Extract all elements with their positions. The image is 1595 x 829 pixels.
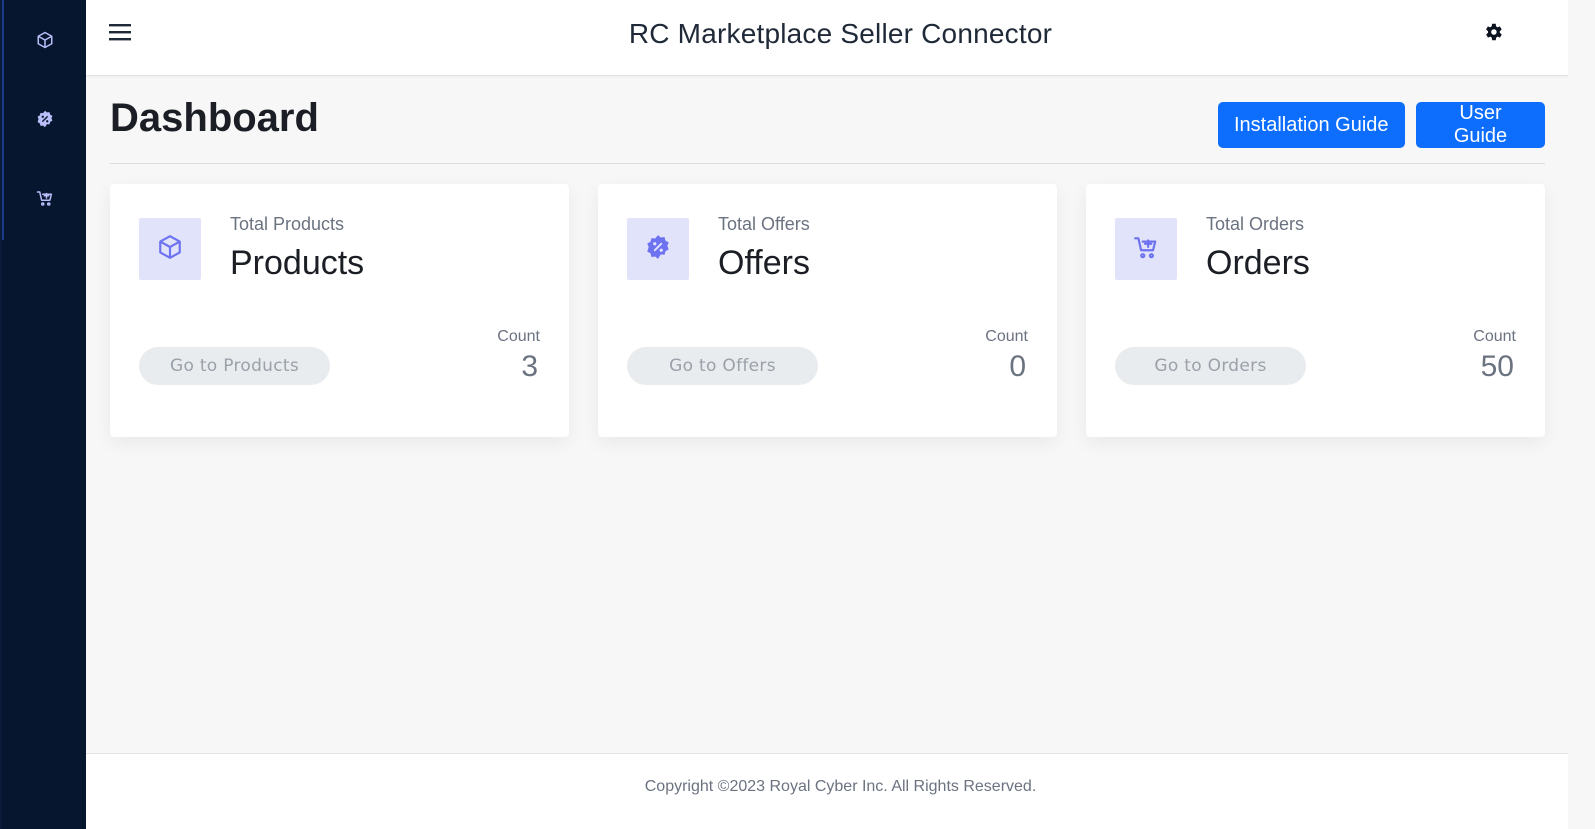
settings-button[interactable] (1481, 22, 1505, 46)
offers-card-icon (627, 218, 689, 280)
installation-guide-button[interactable]: Installation Guide (1218, 102, 1405, 148)
cart-plus-icon (36, 189, 54, 211)
go-to-products-button[interactable]: Go to Products (139, 347, 330, 385)
sidebar-item-products[interactable] (2, 22, 88, 62)
card-title: Orders (1206, 244, 1310, 282)
orders-count: 50 (1480, 350, 1514, 383)
sidebar-item-offers[interactable] (2, 101, 88, 141)
card-subtitle: Total Offers (718, 214, 810, 234)
box-icon (36, 31, 54, 53)
page-title: Dashboard (110, 96, 319, 140)
card-title: Offers (718, 244, 810, 282)
user-guide-button[interactable]: User Guide (1416, 102, 1545, 148)
go-to-orders-button[interactable]: Go to Orders (1115, 347, 1306, 385)
card-subtitle: Total Orders (1206, 214, 1305, 234)
orders-card: Total Orders Orders Go to Orders Count 5… (1086, 184, 1545, 437)
count-label: Count (1473, 328, 1516, 345)
go-to-offers-button[interactable]: Go to Offers (627, 347, 818, 385)
footer: Copyright ©2023 Royal Cyber Inc. All Rig… (86, 753, 1595, 829)
app-title: RC Marketplace Seller Connector (628, 18, 1053, 49)
gear-icon (1482, 21, 1504, 47)
products-card: Total Products Products Go to Products C… (110, 184, 569, 437)
card-title: Products (230, 244, 365, 282)
summary-cards: Total Products Products Go to Products C… (110, 184, 1545, 437)
copyright-text: Copyright ©2023 Royal Cyber Inc. All Rig… (644, 778, 1037, 795)
offers-count: 0 (1009, 350, 1026, 383)
sidebar-item-orders[interactable] (2, 180, 88, 220)
products-card-icon (139, 218, 201, 280)
count-label: Count (985, 328, 1028, 345)
products-count: 3 (521, 350, 538, 383)
discount-badge-icon (36, 110, 54, 132)
top-header: RC Marketplace Seller Connector (86, 0, 1595, 76)
offers-card: Total Offers Offers Go to Offers Count 0 (598, 184, 1057, 437)
box-icon (157, 234, 183, 264)
cart-plus-icon (1133, 234, 1159, 264)
page-header: Dashboard Installation Guide User Guide (110, 90, 1545, 164)
orders-card-icon (1115, 218, 1177, 280)
discount-badge-icon (645, 234, 671, 264)
sidebar (0, 0, 86, 829)
card-subtitle: Total Products (230, 214, 345, 234)
page-scrollbar[interactable] (1568, 0, 1595, 829)
count-label: Count (497, 328, 540, 345)
